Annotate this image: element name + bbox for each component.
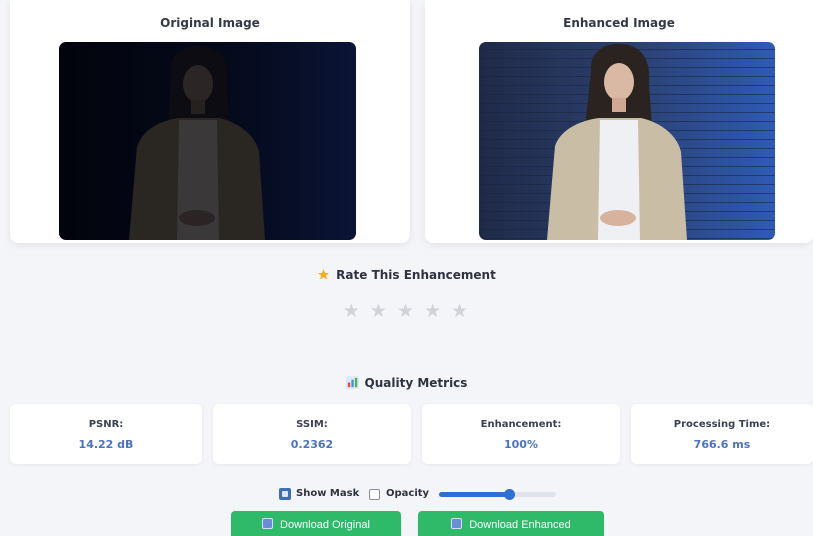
metric-psnr: PSNR: 14.22 dB <box>10 404 202 464</box>
opacity-slider[interactable] <box>439 489 556 500</box>
enhanced-image-title: Enhanced Image <box>563 16 675 30</box>
star-4[interactable]: ★ <box>424 300 443 322</box>
metric-label: PSNR: <box>88 419 124 430</box>
metric-label: Enhancement: <box>480 419 562 430</box>
star-rating[interactable]: ★ ★ ★ ★ ★ <box>0 300 813 322</box>
quality-metrics-title-text: Quality Metrics <box>364 376 468 390</box>
show-mask-label[interactable]: Show Mask <box>296 488 359 499</box>
download-icon <box>451 518 463 529</box>
rate-title-text: Rate This Enhancement <box>336 268 496 282</box>
metric-ssim: SSIM: 0.2362 <box>213 404 411 464</box>
metric-label: Processing Time: <box>673 419 771 430</box>
original-image <box>59 42 356 240</box>
download-original-label: Download Original <box>280 519 370 531</box>
metric-enhancement: Enhancement: 100% <box>422 404 620 464</box>
rate-section-title: Rate This Enhancement <box>0 268 813 284</box>
star-1[interactable]: ★ <box>343 300 362 322</box>
opacity-slider-fill <box>439 492 510 497</box>
star-3[interactable]: ★ <box>397 300 416 322</box>
metric-processing-time: Processing Time: 766.6 ms <box>631 404 813 464</box>
star-2[interactable]: ★ <box>370 300 389 322</box>
metric-value: 100% <box>504 438 538 451</box>
quality-metrics-title: Quality Metrics <box>0 376 813 392</box>
download-original-button[interactable]: Download Original <box>231 511 401 536</box>
enhanced-image-card: Enhanced Image <box>425 0 813 243</box>
opacity-label: Opacity <box>386 488 430 499</box>
download-enhanced-button[interactable]: Download Enhanced <box>418 511 604 536</box>
download-enhanced-label: Download Enhanced <box>469 519 571 531</box>
metric-value: 0.2362 <box>290 438 334 451</box>
opacity-checkbox[interactable] <box>369 489 380 500</box>
mask-icon <box>279 488 291 500</box>
star-badge-icon <box>317 268 330 284</box>
mask-controls: Show Mask Opacity <box>0 487 813 503</box>
opacity-slider-thumb[interactable] <box>504 489 516 500</box>
enhancement-result-page: Original Image Enhanced Image Rate This … <box>0 0 813 536</box>
star-5[interactable]: ★ <box>451 300 470 322</box>
enhanced-image <box>479 42 775 240</box>
original-image-card: Original Image <box>10 0 410 243</box>
metric-value: 14.22 dB <box>78 438 134 451</box>
metric-value: 766.6 ms <box>693 438 751 451</box>
original-image-title: Original Image <box>160 16 260 30</box>
metric-label: SSIM: <box>296 419 328 430</box>
download-icon <box>262 518 274 529</box>
bar-chart-icon <box>345 376 359 392</box>
